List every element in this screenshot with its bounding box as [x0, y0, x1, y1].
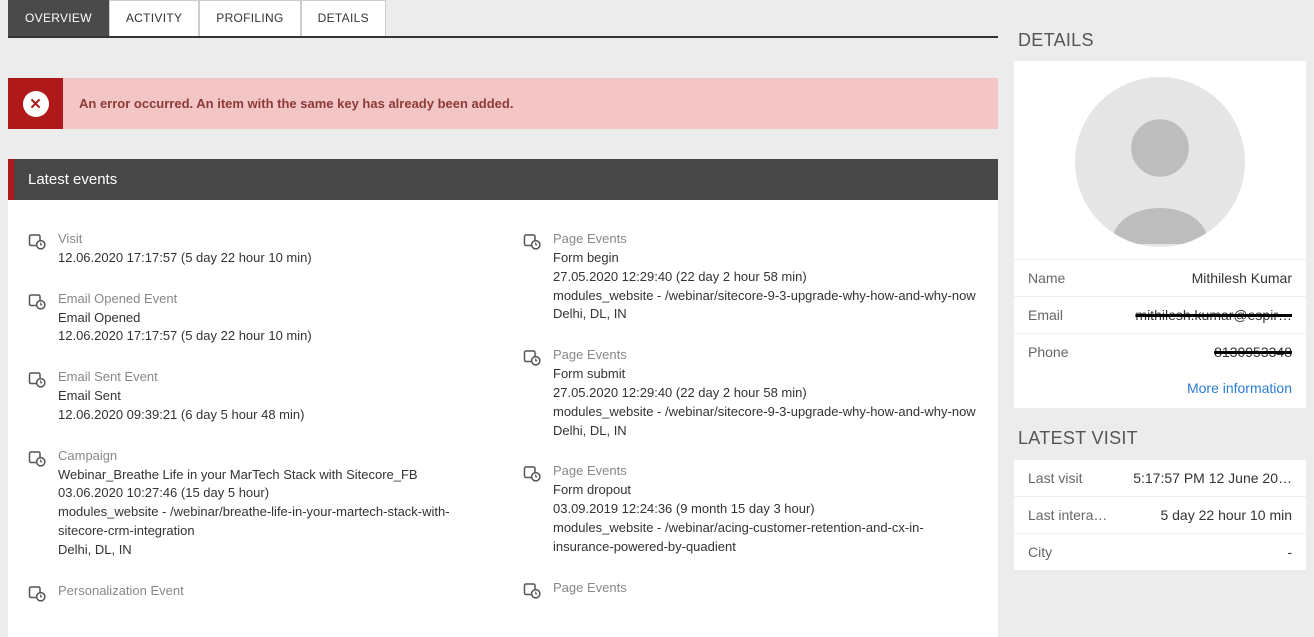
panel-title: Latest events — [14, 159, 998, 200]
last-interaction-label: Last intera… — [1028, 507, 1107, 523]
event-line: Delhi, DL, IN — [553, 305, 976, 324]
calendar-clock-icon — [28, 582, 50, 605]
event-label: Visit — [58, 230, 312, 249]
latest-events-panel: Latest events Visit 12.06.2020 17:17:57 … — [8, 159, 998, 637]
event-line: Email Opened — [58, 309, 312, 328]
error-alert: ✕ An error occurred. An item with the sa… — [8, 78, 998, 129]
event-line: modules_website - /webinar/breathe-life-… — [58, 503, 483, 541]
event-label: Page Events — [553, 462, 978, 481]
latest-visit-heading: LATEST VISIT — [1014, 408, 1306, 459]
event-label: Page Events — [553, 579, 627, 598]
event-line: Form begin — [553, 249, 976, 268]
event-line: 12.06.2020 09:39:21 (6 day 5 hour 48 min… — [58, 406, 304, 425]
calendar-clock-icon — [28, 368, 50, 425]
error-icon-wrap: ✕ — [8, 78, 63, 129]
event-line: 27.05.2020 12:29:40 (22 day 2 hour 58 mi… — [553, 384, 976, 403]
details-heading: DETAILS — [1014, 10, 1306, 61]
phone-value: 8130953348 — [1214, 344, 1292, 360]
last-visit-label: Last visit — [1028, 470, 1082, 486]
event-label: Email Opened Event — [58, 290, 312, 309]
details-card: Name Mithilesh Kumar Email mithilesh.kum… — [1014, 61, 1306, 408]
calendar-clock-icon — [523, 579, 545, 602]
error-icon: ✕ — [23, 91, 49, 117]
event-label: Campaign — [58, 447, 483, 466]
last-visit-value: 5:17:57 PM 12 June 20… — [1133, 470, 1292, 486]
tab-overview[interactable]: OVERVIEW — [8, 0, 109, 36]
event-line: modules_website - /webinar/acing-custome… — [553, 519, 978, 557]
event-item: Page Events — [523, 579, 978, 602]
event-label: Page Events — [553, 230, 976, 249]
event-line: modules_website - /webinar/sitecore-9-3-… — [553, 287, 976, 306]
tab-bar: OVERVIEW ACTIVITY PROFILING DETAILS — [8, 0, 998, 38]
event-item: Campaign Webinar_Breathe Life in your Ma… — [28, 447, 483, 560]
calendar-clock-icon — [28, 447, 50, 560]
last-interaction-value: 5 day 22 hour 10 min — [1160, 507, 1292, 523]
email-label: Email — [1028, 307, 1063, 323]
event-item: Page Events Form submit 27.05.2020 12:29… — [523, 346, 978, 440]
email-value: mithilesh.kumar@espir… — [1135, 307, 1292, 323]
event-item: Visit 12.06.2020 17:17:57 (5 day 22 hour… — [28, 230, 483, 268]
city-label: City — [1028, 544, 1052, 560]
event-line: 12.06.2020 17:17:57 (5 day 22 hour 10 mi… — [58, 249, 312, 268]
event-item: Email Opened Event Email Opened 12.06.20… — [28, 290, 483, 347]
event-line: Delhi, DL, IN — [58, 541, 483, 560]
calendar-clock-icon — [28, 230, 50, 268]
event-line: 12.06.2020 17:17:57 (5 day 22 hour 10 mi… — [58, 327, 312, 346]
avatar — [1075, 77, 1245, 247]
event-line: 27.05.2020 12:29:40 (22 day 2 hour 58 mi… — [553, 268, 976, 287]
calendar-clock-icon — [523, 462, 545, 556]
event-line: 03.06.2020 10:27:46 (15 day 5 hour) — [58, 484, 483, 503]
event-line: Form dropout — [553, 481, 978, 500]
name-label: Name — [1028, 270, 1065, 286]
event-item: Email Sent Event Email Sent 12.06.2020 0… — [28, 368, 483, 425]
calendar-clock-icon — [523, 346, 545, 440]
tab-profiling[interactable]: PROFILING — [199, 0, 300, 36]
phone-label: Phone — [1028, 344, 1068, 360]
event-label: Page Events — [553, 346, 976, 365]
event-label: Email Sent Event — [58, 368, 304, 387]
city-value: - — [1287, 544, 1292, 560]
event-line: Form submit — [553, 365, 976, 384]
calendar-clock-icon — [523, 230, 545, 324]
event-line: 03.09.2019 12:24:36 (9 month 15 day 3 ho… — [553, 500, 978, 519]
event-line: modules_website - /webinar/sitecore-9-3-… — [553, 403, 976, 422]
tab-details[interactable]: DETAILS — [301, 0, 386, 36]
latest-visit-card: Last visit 5:17:57 PM 12 June 20… Last i… — [1014, 459, 1306, 570]
event-line: Delhi, DL, IN — [553, 422, 976, 441]
tab-activity[interactable]: ACTIVITY — [109, 0, 199, 36]
error-message: An error occurred. An item with the same… — [63, 78, 529, 129]
event-line: Email Sent — [58, 387, 304, 406]
more-information-link[interactable]: More information — [1187, 380, 1292, 396]
name-value: Mithilesh Kumar — [1192, 270, 1292, 286]
event-label: Personalization Event — [58, 582, 184, 601]
calendar-clock-icon — [28, 290, 50, 347]
event-line: Webinar_Breathe Life in your MarTech Sta… — [58, 466, 483, 485]
event-item: Page Events Form dropout 03.09.2019 12:2… — [523, 462, 978, 556]
event-item: Personalization Event — [28, 582, 483, 605]
event-item: Page Events Form begin 27.05.2020 12:29:… — [523, 230, 978, 324]
